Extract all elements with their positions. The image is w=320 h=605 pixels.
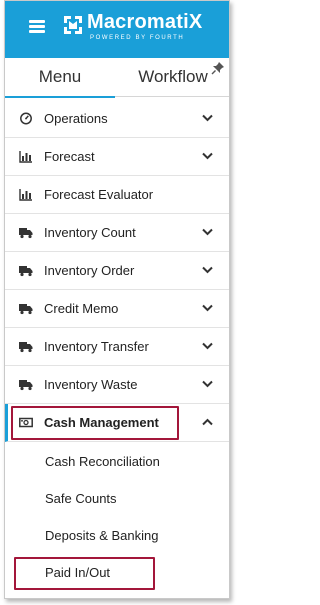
pin-icon[interactable] [211,61,225,75]
submenu-item-label: Safe Counts [45,491,117,506]
brand-tagline: POWERED BY FOURTH [90,35,185,41]
menu-item-label: Forecast [44,149,95,164]
chevron-down-icon[interactable] [202,114,213,122]
speedometer-icon [20,112,32,125]
menu-item-inventory-transfer[interactable]: Inventory Transfer [5,328,229,366]
menu-item-label: Forecast Evaluator [44,187,154,202]
cash-icon [19,417,33,428]
navigation-panel: MacromatiX POWERED BY FOURTH Menu Workfl… [4,0,230,599]
menu-item-label: Operations [44,111,108,126]
menu-item-label: Inventory Waste [44,377,138,392]
truck-icon [19,342,33,353]
chevron-down-icon[interactable] [202,228,213,236]
chevron-down-icon[interactable] [202,152,213,160]
chevron-down-icon[interactable] [202,380,213,388]
menu-item-forecast[interactable]: Forecast [5,138,229,176]
submenu-item-deposits-banking[interactable]: Deposits & Banking [5,517,229,554]
tab-menu[interactable]: Menu [5,58,115,98]
brand-logo: MacromatiX POWERED BY FOURTH [61,11,225,47]
submenu-item-safe-counts[interactable]: Safe Counts [5,480,229,517]
menu-item-inventory-count[interactable]: Inventory Count [5,214,229,252]
truck-icon [19,380,33,391]
menu-item-operations[interactable]: Operations [5,100,229,138]
brand-name: MacromatiX [87,11,203,33]
hamburger-menu-icon[interactable] [29,20,45,33]
submenu-item-cash-reconciliation[interactable]: Cash Reconciliation [5,443,229,480]
bar-chart-icon [19,189,32,201]
truck-icon [19,304,33,315]
menu-item-label: Cash Management [44,415,159,430]
macromatix-logo-icon [64,16,82,34]
submenu-item-label: Cash Reconciliation [45,454,160,469]
menu-item-label: Inventory Count [44,225,136,240]
chevron-down-icon[interactable] [202,304,213,312]
tab-bar: Menu Workflow [5,58,229,98]
chevron-up-icon[interactable] [202,418,213,426]
chevron-down-icon[interactable] [202,266,213,274]
submenu-item-label: Paid In/Out [45,565,111,580]
menu-item-label: Credit Memo [44,301,119,316]
chevron-down-icon[interactable] [202,342,213,350]
menu-item-forecast-evaluator[interactable]: Forecast Evaluator [5,176,229,214]
truck-icon [19,266,33,277]
menu-item-inventory-waste[interactable]: Inventory Waste [5,366,229,404]
menu-item-credit-memo[interactable]: Credit Memo [5,290,229,328]
submenu-item-paid-in-out[interactable]: Paid In/Out [5,554,229,591]
submenu-item-label: Deposits & Banking [45,528,159,543]
menu-item-cash-management[interactable]: Cash Management [5,404,229,442]
truck-icon [19,228,33,239]
app-header: MacromatiX POWERED BY FOURTH [5,1,229,58]
menu-item-label: Inventory Order [44,263,135,278]
bar-chart-icon [19,151,32,163]
menu-item-label: Inventory Transfer [44,339,149,354]
menu-item-inventory-order[interactable]: Inventory Order [5,252,229,290]
